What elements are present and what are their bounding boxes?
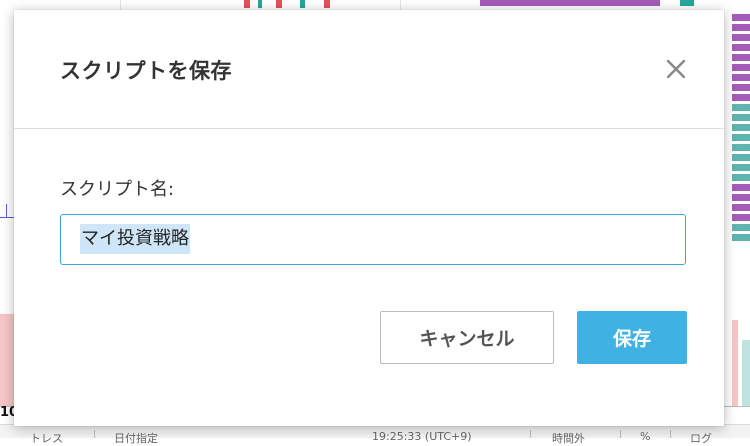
save-button[interactable]: 保存 <box>577 311 687 364</box>
depth-bar <box>732 134 750 141</box>
script-name-input[interactable] <box>60 214 686 265</box>
depth-bar <box>732 214 750 221</box>
depth-bar <box>732 104 750 111</box>
chart-candle <box>244 0 250 8</box>
depth-bar <box>732 224 750 231</box>
volume-bar <box>732 320 738 406</box>
depth-bar <box>732 54 750 61</box>
dialog-title: スクリプトを保存 <box>60 59 232 83</box>
footer-item[interactable]: 時間外 <box>552 430 585 446</box>
save-script-dialog: スクリプトを保存 スクリプト名: マイ投資戦略 キャンセル 保存 <box>14 10 724 426</box>
depth-bar <box>732 144 750 151</box>
chart-candle <box>258 0 262 8</box>
chart-candle <box>300 0 305 8</box>
chart-line <box>0 217 14 218</box>
chart-candle <box>276 0 282 8</box>
depth-bar <box>732 204 750 211</box>
depth-bar <box>732 124 750 131</box>
depth-bar <box>732 174 750 181</box>
depth-bar <box>732 164 750 171</box>
depth-bar <box>732 184 750 191</box>
close-button[interactable] <box>662 55 690 83</box>
chart-line <box>6 204 7 218</box>
depth-bar <box>732 94 750 101</box>
cancel-button[interactable]: キャンセル <box>380 311 554 364</box>
depth-bar <box>732 154 750 161</box>
footer-item[interactable]: 日付指定 <box>114 430 158 446</box>
close-icon <box>667 60 685 78</box>
chart-candle <box>324 0 330 8</box>
depth-bar <box>732 74 750 81</box>
depth-bar <box>732 14 750 21</box>
depth-bar <box>732 24 750 31</box>
depth-bar <box>732 44 750 51</box>
depth-bar <box>732 114 750 121</box>
depth-bar <box>732 234 750 241</box>
chart-bar <box>680 0 694 6</box>
depth-bar <box>732 64 750 71</box>
volume-bar <box>0 314 14 406</box>
depth-bar <box>732 84 750 91</box>
dialog-header: スクリプトを保存 <box>14 10 724 129</box>
script-name-label: スクリプト名: <box>60 179 175 200</box>
depth-bar <box>732 34 750 41</box>
footer-item[interactable]: ログ <box>690 430 712 446</box>
depth-bar <box>732 194 750 201</box>
volume-bar <box>742 340 750 406</box>
footer-item[interactable]: トレス <box>30 430 63 446</box>
chart-bar <box>480 0 660 6</box>
